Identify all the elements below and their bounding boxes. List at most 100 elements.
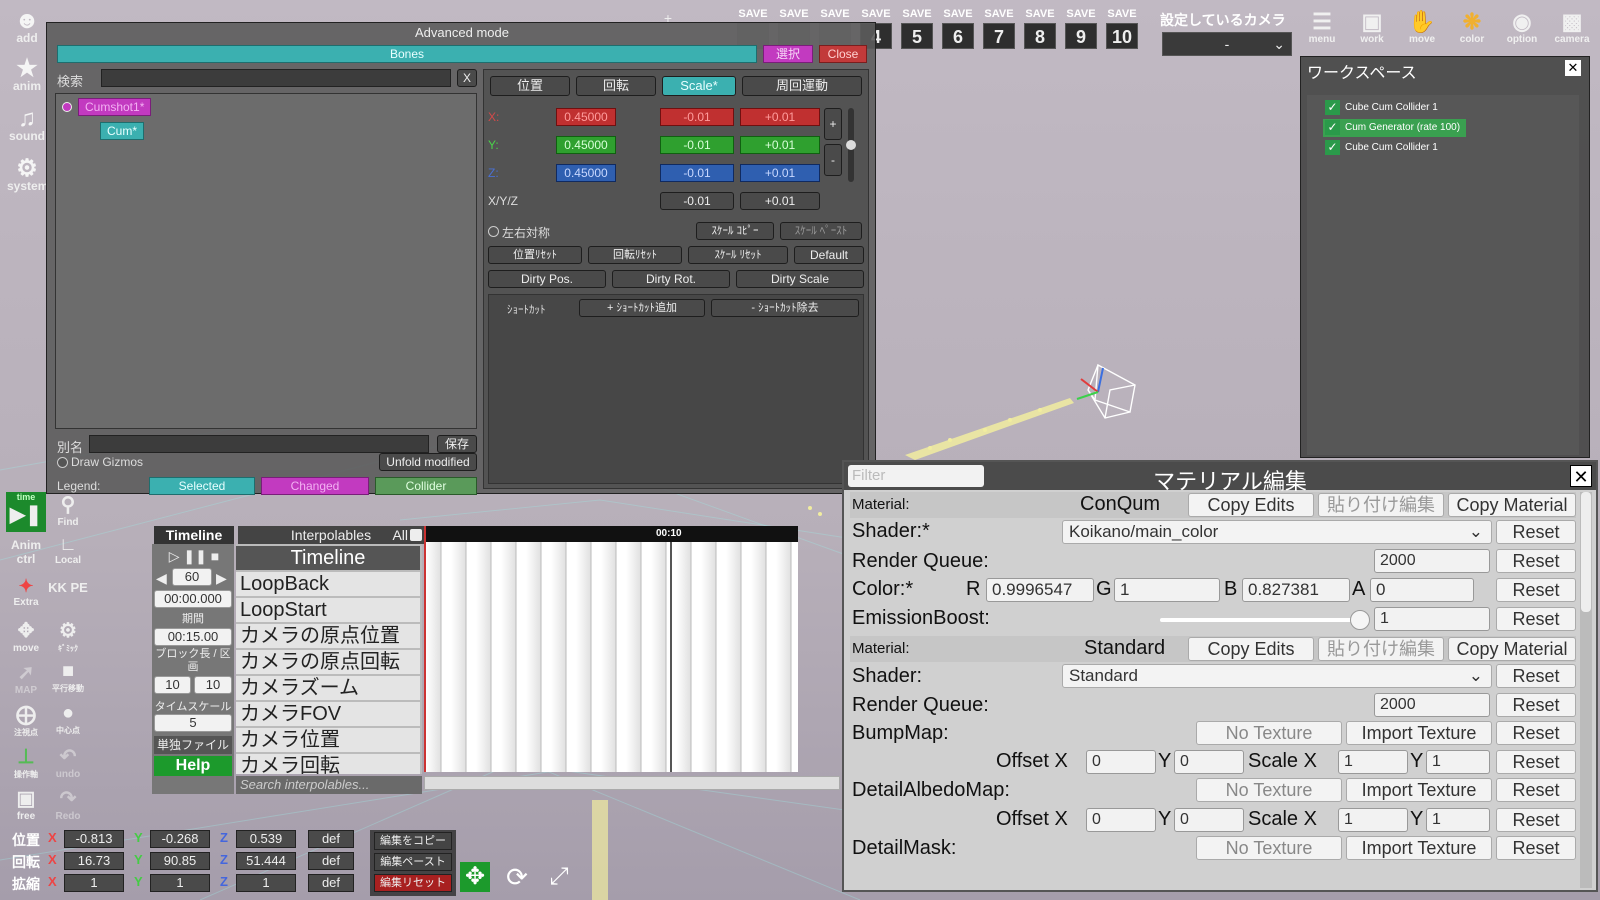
render-queue-input[interactable]: 2000	[1374, 693, 1490, 717]
timeline-scrollbar[interactable]	[424, 776, 840, 790]
mirror-radio[interactable]	[488, 226, 499, 237]
move-button[interactable]: ✋ move	[1402, 10, 1442, 50]
no-texture-button[interactable]: No Texture	[1196, 778, 1342, 802]
anim-button[interactable]: ★ anim	[7, 56, 47, 96]
tab-bones[interactable]: Bones	[57, 45, 757, 63]
default-button[interactable]: Default	[794, 246, 864, 264]
dirty-rot-button[interactable]: Dirty Rot.	[612, 270, 730, 288]
workspace-close-button[interactable]: ✕	[1565, 60, 1581, 76]
no-texture-button[interactable]: No Texture	[1196, 721, 1342, 745]
copy-edits-button[interactable]: Copy Edits	[1188, 493, 1314, 517]
scale-copy-button[interactable]: ｽｹｰﾙ ｺﾋﾟｰ	[696, 222, 774, 240]
emission-slider[interactable]	[1160, 610, 1370, 630]
increment-button[interactable]: +	[824, 108, 842, 140]
move-tool-button[interactable]: ✥ move	[6, 618, 46, 658]
position-x-input[interactable]: -0.813	[64, 830, 124, 848]
redo-button[interactable]: ↷ Redo	[48, 786, 88, 826]
render-queue-input[interactable]: 2000	[1374, 549, 1490, 573]
workspace-item[interactable]: ✓ Cube Cum Collider 1	[1323, 139, 1438, 157]
position-z-input[interactable]: 0.539	[236, 830, 296, 848]
scale-x-plus[interactable]: +0.01	[740, 108, 820, 126]
offset-y-input[interactable]: 0	[1174, 808, 1244, 832]
import-texture-button[interactable]: Import Texture	[1346, 836, 1492, 860]
rotation-x-input[interactable]: 16.73	[64, 852, 124, 870]
scale-x-input[interactable]: 1	[64, 874, 124, 892]
paste-edits-button[interactable]: 貼り付け編集	[1318, 493, 1444, 517]
scale-x-input[interactable]: 1	[1338, 808, 1408, 832]
current-time-input[interactable]: 00:00.000	[154, 590, 232, 608]
time-button[interactable]: time ▶❚	[6, 492, 46, 532]
map-button[interactable]: ➚ MAP	[6, 660, 46, 700]
rotation-y-input[interactable]: 90.85	[150, 852, 210, 870]
scale-z-input[interactable]: 1	[236, 874, 296, 892]
scale-reset-button[interactable]: ｽｹｰﾙ ﾘｾｯﾄ	[688, 246, 788, 264]
radio-icon[interactable]	[62, 102, 72, 112]
alias-input[interactable]	[89, 435, 429, 453]
list-item[interactable]: Timeline	[236, 546, 420, 570]
operation-axis-button[interactable]: ⊥ 操作軸	[6, 744, 46, 784]
option-button[interactable]: ◉ option	[1502, 10, 1542, 50]
position-def-button[interactable]: def	[308, 830, 354, 848]
checkmark-icon[interactable]: ✓	[1325, 140, 1340, 155]
xyz-plus-button[interactable]: +0.01	[740, 192, 820, 210]
shader-select[interactable]: Koikano/main_color ⌄	[1062, 520, 1492, 544]
save-slot-5[interactable]: SAVE 5	[898, 8, 936, 49]
single-file-button[interactable]: 単独ファイル	[154, 736, 232, 754]
xyz-minus-button[interactable]: -0.01	[660, 192, 734, 210]
reset-button[interactable]: Reset	[1496, 549, 1576, 573]
offset-x-input[interactable]: 0	[1086, 750, 1156, 774]
emission-slider-handle[interactable]	[1349, 610, 1370, 630]
all-checkbox[interactable]	[410, 529, 422, 541]
scale-x-input[interactable]: 1	[1338, 750, 1408, 774]
tab-scale[interactable]: Scale*	[662, 76, 736, 96]
filter-input[interactable]: Filter	[848, 465, 984, 487]
reset-button[interactable]: Reset	[1496, 664, 1576, 688]
checkmark-icon[interactable]: ✓	[1325, 120, 1340, 135]
paste-edit-button[interactable]: 編集ペースト	[374, 853, 452, 871]
import-texture-button[interactable]: Import Texture	[1346, 721, 1492, 745]
list-item[interactable]: LoopBack	[236, 572, 420, 596]
next-frame-icon[interactable]: ▶	[216, 570, 227, 587]
rotation-def-button[interactable]: def	[308, 852, 354, 870]
list-item[interactable]: カメラFOV	[236, 702, 420, 726]
scale-y-value[interactable]: 0.45000	[556, 136, 616, 154]
work-button[interactable]: ▣ work	[1352, 10, 1392, 50]
save-slot-9[interactable]: SAVE 9	[1062, 8, 1100, 49]
copy-edit-button[interactable]: 編集をコピー	[374, 832, 452, 850]
alias-save-button[interactable]: 保存	[437, 435, 477, 453]
reset-edit-button[interactable]: 編集リセット	[374, 874, 452, 892]
tab-position[interactable]: 位置	[490, 76, 570, 96]
step-slider-handle[interactable]	[846, 140, 856, 150]
emission-input[interactable]: 1	[1374, 607, 1490, 631]
color-r-input[interactable]: 0.9996547	[986, 578, 1094, 602]
reset-button[interactable]: Reset	[1496, 607, 1576, 631]
undo-button[interactable]: ↶ undo	[48, 744, 88, 784]
select-button[interactable]: 選択	[763, 45, 813, 63]
tab-orbit[interactable]: 周回運動	[742, 76, 862, 96]
timescale-input[interactable]: 5	[154, 714, 232, 732]
extra-button[interactable]: ✦ Extra	[6, 576, 46, 616]
division-input[interactable]: 10	[194, 676, 232, 694]
scale-x-value[interactable]: 0.45000	[556, 108, 616, 126]
list-item[interactable]: LoopStart	[236, 598, 420, 622]
help-button[interactable]: Help	[154, 756, 232, 776]
search-input[interactable]	[101, 69, 451, 87]
dirty-pos-button[interactable]: Dirty Pos.	[488, 270, 606, 288]
free-camera-button[interactable]: ▣ free	[6, 786, 46, 826]
color-b-input[interactable]: 0.827381	[1242, 578, 1350, 602]
list-item[interactable]: カメラ回転	[236, 754, 420, 774]
list-item[interactable]: カメラ位置	[236, 728, 420, 752]
gimmick-button[interactable]: ⚙ ｷﾞﾐｯｸ	[48, 618, 88, 658]
step-slider-track[interactable]	[846, 108, 856, 182]
stop-icon[interactable]: ■	[211, 548, 219, 564]
position-reset-button[interactable]: 位置ﾘｾｯﾄ	[488, 246, 582, 264]
no-texture-button[interactable]: No Texture	[1196, 836, 1342, 860]
reset-button[interactable]: Reset	[1496, 778, 1576, 802]
sound-button[interactable]: ♫ sound	[7, 106, 47, 146]
fps-input[interactable]: 60	[172, 568, 212, 586]
center-point-button[interactable]: ● 中心点	[48, 702, 88, 742]
search-clear-button[interactable]: X	[457, 69, 477, 87]
dirty-scale-button[interactable]: Dirty Scale	[736, 270, 864, 288]
camera-select[interactable]: - ⌄	[1162, 32, 1292, 56]
play-icon[interactable]: ▷	[169, 548, 180, 564]
